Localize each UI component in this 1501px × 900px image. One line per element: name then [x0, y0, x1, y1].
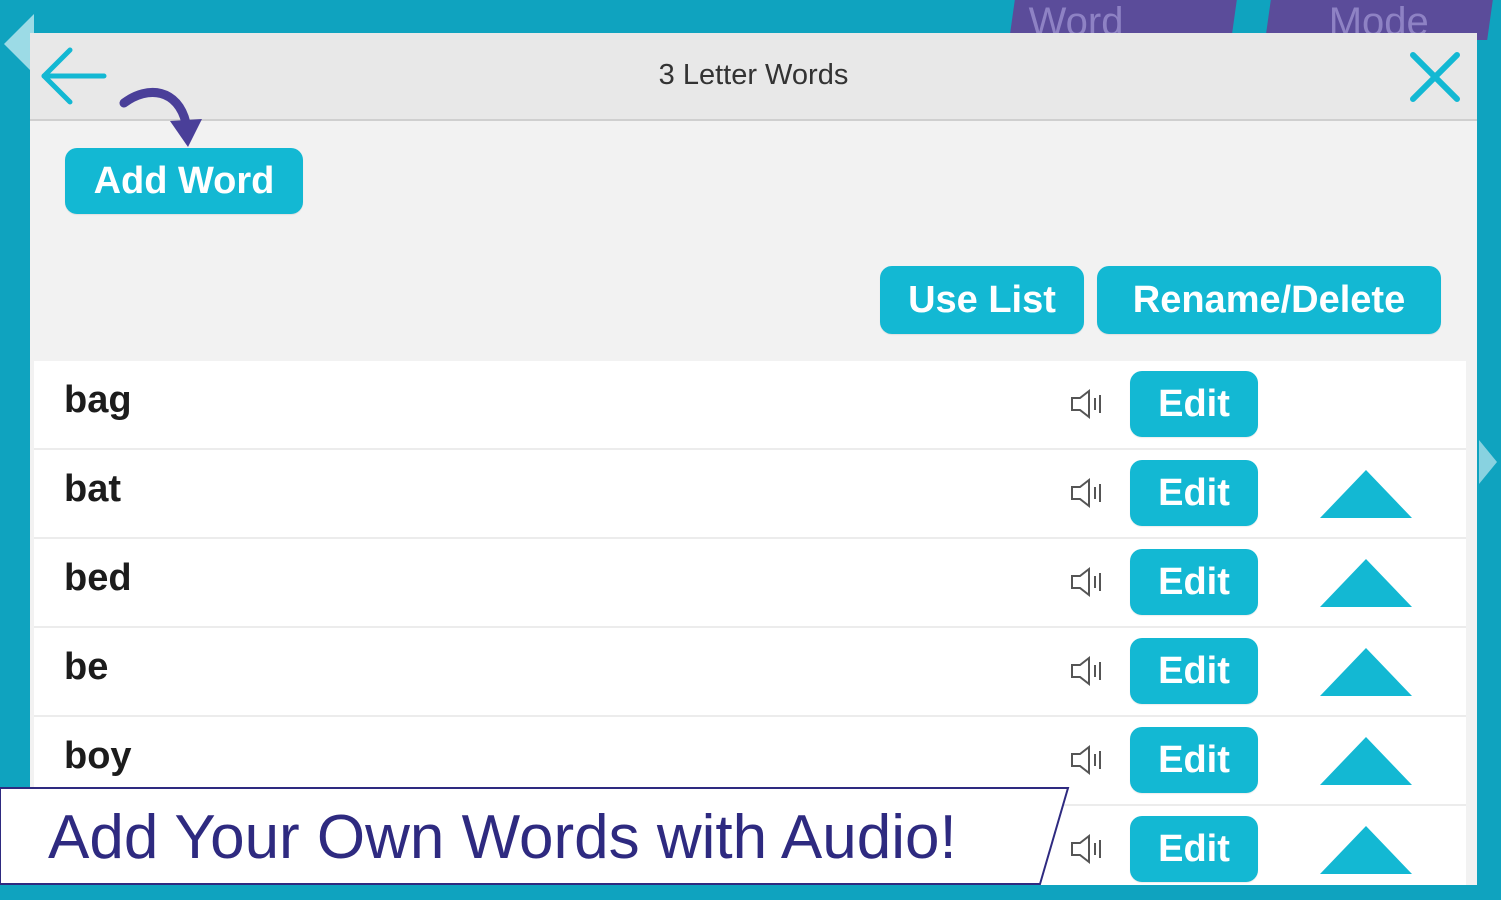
speaker-icon[interactable]	[1069, 387, 1109, 421]
promo-banner: Add Your Own Words with Audio!	[0, 786, 1070, 886]
rename-delete-button[interactable]: Rename/Delete	[1097, 266, 1441, 334]
list-item: bat Edit	[34, 450, 1466, 539]
speaker-icon[interactable]	[1069, 654, 1109, 688]
speaker-icon[interactable]	[1069, 476, 1109, 510]
edit-button[interactable]: Edit	[1130, 816, 1258, 882]
speaker-icon[interactable]	[1069, 565, 1109, 599]
word-label: bat	[64, 468, 121, 510]
list-item: be Edit	[34, 628, 1466, 717]
close-icon	[1410, 52, 1460, 102]
move-up-arrow-icon[interactable]	[1320, 470, 1412, 518]
move-up-arrow-icon[interactable]	[1320, 648, 1412, 696]
list-item: bag Edit	[34, 361, 1466, 450]
curved-arrow-icon	[119, 87, 202, 147]
word-label: boy	[64, 735, 132, 777]
use-list-button[interactable]: Use List	[880, 266, 1084, 334]
speaker-icon[interactable]	[1069, 743, 1109, 777]
promo-text: Add Your Own Words with Audio!	[48, 803, 957, 872]
move-up-arrow-icon[interactable]	[1320, 737, 1412, 785]
word-label: bed	[64, 557, 132, 599]
word-label: bag	[64, 379, 132, 421]
edit-button[interactable]: Edit	[1130, 549, 1258, 615]
word-label: be	[64, 646, 109, 688]
next-page-arrow-icon[interactable]	[1479, 440, 1497, 484]
edit-button[interactable]: Edit	[1130, 727, 1258, 793]
speaker-icon[interactable]	[1069, 832, 1109, 866]
close-button[interactable]	[1407, 49, 1463, 105]
move-up-arrow-icon[interactable]	[1320, 559, 1412, 607]
move-up-arrow-icon[interactable]	[1320, 826, 1412, 874]
dialog-header: 3 Letter Words	[30, 33, 1477, 121]
add-word-button[interactable]: Add Word	[65, 148, 303, 214]
edit-button[interactable]: Edit	[1130, 638, 1258, 704]
dialog-title: 3 Letter Words	[658, 59, 849, 91]
edit-button[interactable]: Edit	[1130, 371, 1258, 437]
list-item: bed Edit	[34, 539, 1466, 628]
word-list-dialog: 3 Letter Words Add Word Use List Rename/…	[30, 33, 1477, 885]
edit-button[interactable]: Edit	[1130, 460, 1258, 526]
